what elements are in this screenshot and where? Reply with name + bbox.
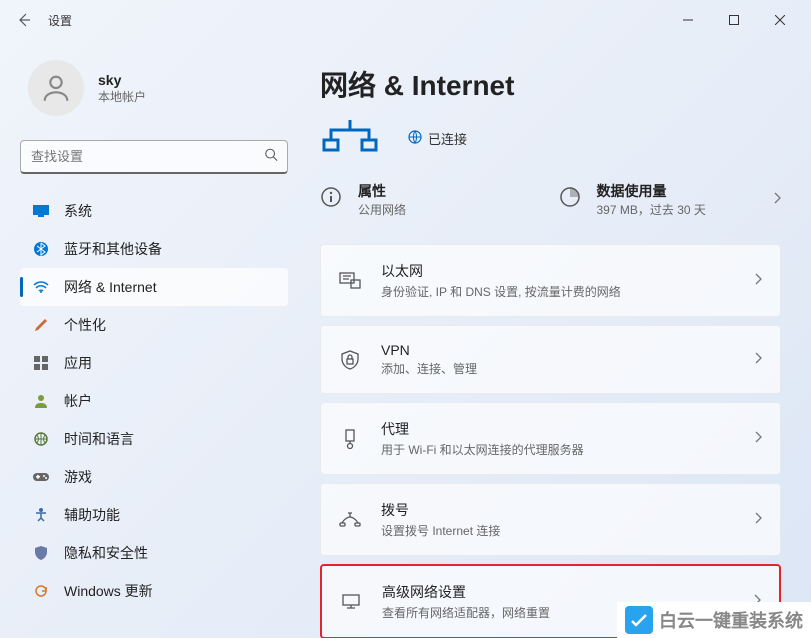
chevron-right-icon bbox=[773, 191, 781, 209]
main-content: 网络 & Internet 已连接 属性 公用网络 数据使用量 bbox=[300, 40, 811, 638]
brush-icon bbox=[32, 316, 50, 334]
sidebar-item-label: 系统 bbox=[64, 201, 92, 221]
chevron-right-icon bbox=[754, 430, 762, 448]
connected-label: 已连接 bbox=[428, 129, 467, 148]
card-vpn[interactable]: VPN 添加、连接、管理 bbox=[320, 325, 781, 394]
vpn-shield-icon bbox=[339, 350, 361, 370]
watermark: 白云一键重装系统 bbox=[617, 602, 811, 638]
user-icon bbox=[39, 71, 73, 105]
card-title: 以太网 bbox=[381, 261, 621, 281]
globe-time-icon bbox=[32, 430, 50, 448]
card-sub: 用于 Wi-Fi 和以太网连接的代理服务器 bbox=[381, 441, 584, 458]
sidebar-item-bluetooth[interactable]: 蓝牙和其他设备 bbox=[20, 230, 288, 268]
watermark-logo-icon bbox=[625, 606, 653, 634]
sidebar-item-label: 游戏 bbox=[64, 467, 92, 487]
data-usage-sub: 397 MB，过去 30 天 bbox=[597, 201, 706, 218]
sidebar: sky 本地帐户 系统 蓝牙和其他设备 网络 & Internet 个性化 应用 bbox=[0, 40, 300, 638]
chevron-right-icon bbox=[754, 351, 762, 369]
sidebar-item-label: 蓝牙和其他设备 bbox=[64, 239, 162, 259]
maximize-button[interactable] bbox=[711, 4, 757, 36]
card-sub: 身份验证, IP 和 DNS 设置, 按流量计费的网络 bbox=[381, 283, 621, 300]
chevron-right-icon bbox=[754, 272, 762, 290]
sidebar-item-label: 个性化 bbox=[64, 315, 106, 335]
window-title: 设置 bbox=[48, 12, 72, 29]
sidebar-item-system[interactable]: 系统 bbox=[20, 192, 288, 230]
sidebar-item-network[interactable]: 网络 & Internet bbox=[20, 268, 288, 306]
sidebar-item-label: 时间和语言 bbox=[64, 429, 134, 449]
card-proxy[interactable]: 代理 用于 Wi-Fi 和以太网连接的代理服务器 bbox=[320, 402, 781, 475]
apps-icon bbox=[32, 354, 50, 372]
wifi-icon bbox=[32, 278, 50, 296]
sidebar-item-label: 隐私和安全性 bbox=[64, 543, 148, 563]
close-icon bbox=[775, 15, 785, 25]
avatar bbox=[28, 60, 84, 116]
card-sub: 设置拨号 Internet 连接 bbox=[381, 522, 500, 539]
card-sub: 查看所有网络适配器，网络重置 bbox=[382, 604, 550, 621]
sidebar-item-gaming[interactable]: 游戏 bbox=[20, 458, 288, 496]
sidebar-item-label: 网络 & Internet bbox=[64, 277, 157, 297]
sidebar-item-label: Windows 更新 bbox=[64, 581, 153, 601]
properties-title: 属性 bbox=[358, 181, 406, 201]
user-name: sky bbox=[98, 72, 146, 88]
card-title: 拨号 bbox=[381, 500, 500, 520]
sidebar-item-apps[interactable]: 应用 bbox=[20, 344, 288, 382]
data-usage-title: 数据使用量 bbox=[597, 181, 706, 201]
display-icon bbox=[32, 202, 50, 220]
minimize-icon bbox=[683, 15, 693, 25]
sidebar-item-label: 应用 bbox=[64, 353, 92, 373]
maximize-icon bbox=[729, 15, 739, 25]
account-icon bbox=[32, 392, 50, 410]
properties-sub: 公用网络 bbox=[358, 201, 406, 218]
sidebar-item-accessibility[interactable]: 辅助功能 bbox=[20, 496, 288, 534]
user-block[interactable]: sky 本地帐户 bbox=[20, 40, 288, 140]
search-input[interactable] bbox=[20, 140, 288, 174]
data-usage-block[interactable]: 数据使用量 397 MB，过去 30 天 bbox=[559, 181, 782, 218]
properties-block[interactable]: 属性 公用网络 bbox=[320, 181, 543, 218]
proxy-icon bbox=[339, 429, 361, 449]
page-title: 网络 & Internet bbox=[320, 64, 781, 104]
advanced-network-icon bbox=[340, 593, 362, 611]
game-icon bbox=[32, 468, 50, 486]
dialup-icon bbox=[339, 512, 361, 528]
sidebar-item-accounts[interactable]: 帐户 bbox=[20, 382, 288, 420]
card-title: 高级网络设置 bbox=[382, 582, 550, 602]
card-title: VPN bbox=[381, 342, 477, 358]
watermark-text: 白云一键重装系统 bbox=[659, 607, 803, 633]
card-sub: 添加、连接、管理 bbox=[381, 360, 477, 377]
ethernet-icon bbox=[339, 272, 361, 290]
card-ethernet[interactable]: 以太网 身份验证, IP 和 DNS 设置, 按流量计费的网络 bbox=[320, 244, 781, 317]
sidebar-item-personalization[interactable]: 个性化 bbox=[20, 306, 288, 344]
bluetooth-icon bbox=[32, 240, 50, 258]
sidebar-item-time-language[interactable]: 时间和语言 bbox=[20, 420, 288, 458]
info-icon bbox=[320, 186, 344, 213]
card-title: 代理 bbox=[381, 419, 584, 439]
search-icon bbox=[264, 148, 278, 167]
globe-icon bbox=[408, 130, 422, 147]
card-dialup[interactable]: 拨号 设置拨号 Internet 连接 bbox=[320, 483, 781, 556]
data-usage-icon bbox=[559, 186, 583, 213]
chevron-right-icon bbox=[754, 511, 762, 529]
sidebar-item-label: 辅助功能 bbox=[64, 505, 120, 525]
accessibility-icon bbox=[32, 506, 50, 524]
sidebar-item-privacy[interactable]: 隐私和安全性 bbox=[20, 534, 288, 572]
close-button[interactable] bbox=[757, 4, 803, 36]
shield-icon bbox=[32, 544, 50, 562]
update-icon bbox=[32, 582, 50, 600]
sidebar-item-update[interactable]: Windows 更新 bbox=[20, 572, 288, 610]
user-sub: 本地帐户 bbox=[98, 88, 146, 105]
back-arrow-icon bbox=[16, 12, 32, 28]
back-button[interactable] bbox=[8, 4, 40, 36]
minimize-button[interactable] bbox=[665, 4, 711, 36]
sidebar-item-label: 帐户 bbox=[64, 391, 92, 411]
network-status-icon bbox=[320, 116, 380, 161]
